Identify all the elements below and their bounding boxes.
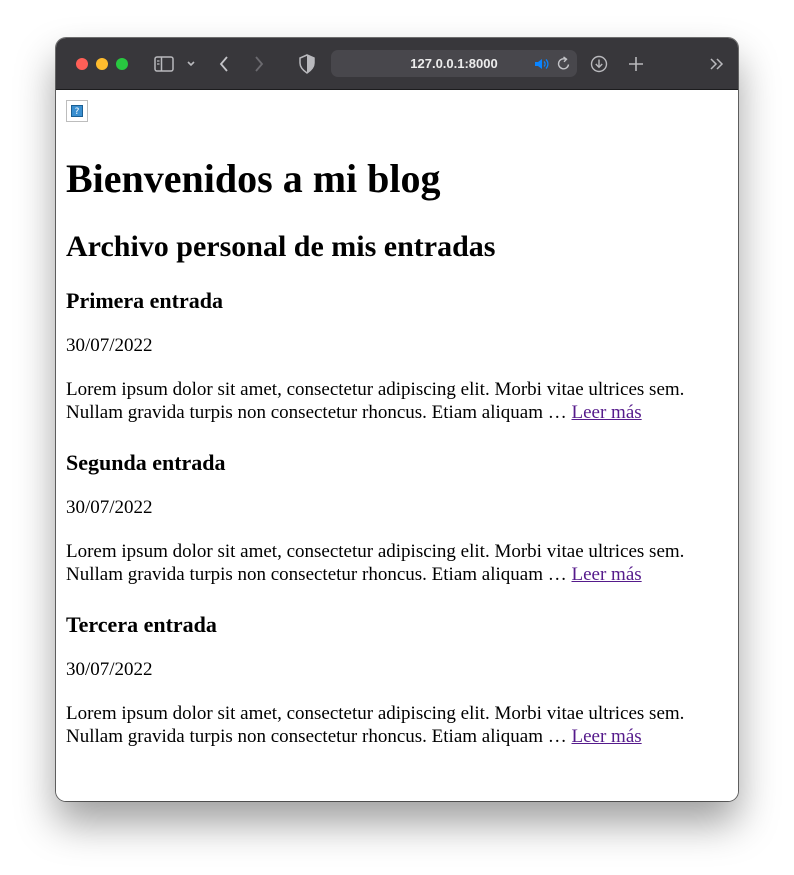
zoom-window-button[interactable]	[116, 58, 128, 70]
post-title: Primera entrada	[66, 288, 223, 313]
post-excerpt: Lorem ipsum dolor sit amet, consectetur …	[66, 702, 728, 748]
broken-image-icon: ?	[66, 100, 88, 122]
post-excerpt: Lorem ipsum dolor sit amet, consectetur …	[66, 378, 728, 424]
speaker-icon[interactable]	[534, 57, 550, 71]
new-tab-icon[interactable]	[628, 56, 644, 72]
browser-window: 127.0.0.1:8000 ? Bienvenidos a mi blog A…	[56, 38, 738, 801]
chevron-down-icon[interactable]	[186, 59, 196, 69]
post-excerpt: Lorem ipsum dolor sit amet, consectetur …	[66, 540, 728, 586]
browser-toolbar: 127.0.0.1:8000	[56, 38, 738, 90]
read-more-link[interactable]: Leer más	[572, 726, 642, 747]
post-date: 30/07/2022	[66, 335, 153, 356]
post-date: 30/07/2022	[66, 497, 153, 518]
close-window-button[interactable]	[76, 58, 88, 70]
download-icon[interactable]	[590, 55, 608, 73]
forward-icon[interactable]	[253, 55, 265, 73]
sidebar-icon[interactable]	[154, 56, 174, 72]
minimize-window-button[interactable]	[96, 58, 108, 70]
page-subtitle: Archivo personal de mis entradas	[66, 230, 496, 263]
post-item: Segunda entrada 30/07/2022 Lorem ipsum d…	[66, 449, 728, 585]
read-more-link[interactable]: Leer más	[572, 402, 642, 423]
overflow-icon[interactable]	[709, 57, 725, 71]
address-bar[interactable]: 127.0.0.1:8000	[331, 50, 577, 77]
post-item: Tercera entrada 30/07/2022 Lorem ipsum d…	[66, 611, 728, 747]
page-title: Bienvenidos a mi blog	[66, 156, 441, 201]
post-title: Segunda entrada	[66, 450, 226, 475]
read-more-link[interactable]: Leer más	[572, 564, 642, 585]
post-title: Tercera entrada	[66, 612, 217, 637]
back-icon[interactable]	[218, 55, 230, 73]
page-content: ? Bienvenidos a mi blog Archivo personal…	[56, 90, 738, 801]
reload-icon[interactable]	[557, 56, 571, 71]
post-date: 30/07/2022	[66, 659, 153, 680]
shield-icon[interactable]	[299, 54, 315, 74]
post-item: Primera entrada 30/07/2022 Lorem ipsum d…	[66, 287, 728, 423]
